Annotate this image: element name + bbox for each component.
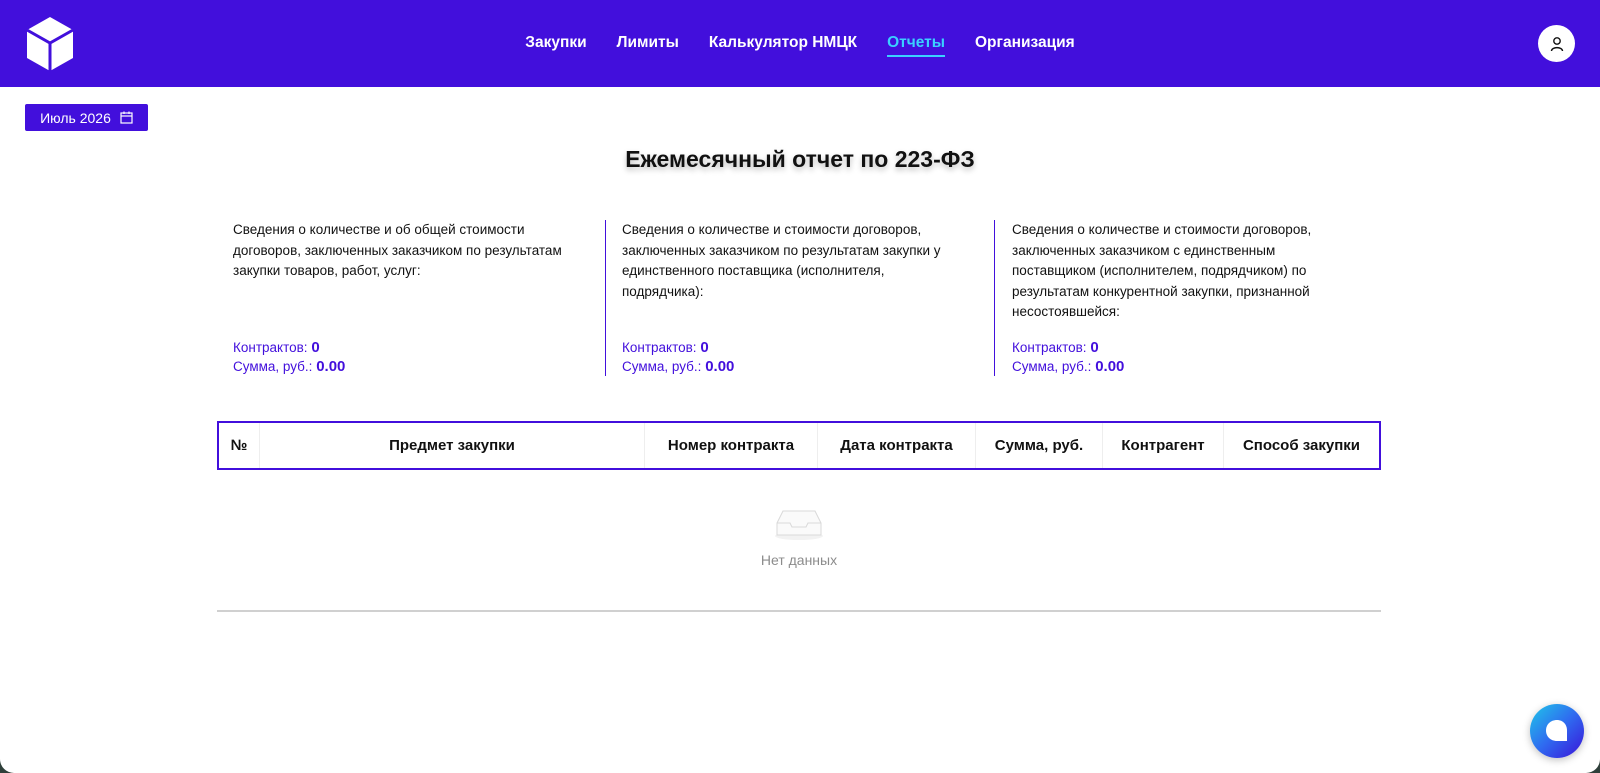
stat-description: Сведения о количестве и об общей стоимос… xyxy=(233,222,562,278)
stat-block-failed-competitive: Сведения о количестве и стоимости догово… xyxy=(994,220,1352,376)
empty-inbox-icon xyxy=(775,510,823,540)
calendar-icon xyxy=(120,111,133,124)
user-icon xyxy=(1550,36,1563,51)
top-header: Закупки Лимиты Калькулятор НМЦК Отчеты О… xyxy=(0,0,1600,87)
contracts-label: Контрактов: xyxy=(1012,340,1087,355)
chat-bubble-icon xyxy=(1546,720,1567,741)
stat-description: Сведения о количестве и стоимости догово… xyxy=(1012,222,1312,319)
column-number[interactable]: № xyxy=(219,423,260,468)
sum-value: 0.00 xyxy=(1095,358,1125,375)
contracts-label: Контрактов: xyxy=(233,340,308,355)
nav-limits[interactable]: Лимиты xyxy=(617,34,679,57)
nav-purchases[interactable]: Закупки xyxy=(525,34,586,57)
contracts-label: Контрактов: xyxy=(622,340,697,355)
empty-state: Нет данных xyxy=(217,505,1381,568)
sum-value: 0.00 xyxy=(705,358,735,375)
app-window: Закупки Лимиты Калькулятор НМЦК Отчеты О… xyxy=(0,0,1600,773)
stat-block-single-supplier: Сведения о количестве и стоимости догово… xyxy=(605,220,962,376)
column-counterparty[interactable]: Контрагент xyxy=(1103,423,1224,468)
contracts-value: 0 xyxy=(1090,339,1099,356)
column-contract-date[interactable]: Дата контракта xyxy=(818,423,976,468)
column-subject[interactable]: Предмет закупки xyxy=(260,423,645,468)
stats-section: Сведения о количестве и об общей стоимос… xyxy=(233,220,1383,376)
nav-organization[interactable]: Организация xyxy=(975,34,1075,57)
sum-label: Сумма, руб.: xyxy=(622,359,702,374)
chat-widget-button[interactable] xyxy=(1530,704,1584,758)
page-title: Ежемесячный отчет по 223-ФЗ xyxy=(625,146,975,172)
sum-label: Сумма, руб.: xyxy=(233,359,313,374)
user-avatar-button[interactable] xyxy=(1538,25,1575,62)
stat-description: Сведения о количестве и стоимости догово… xyxy=(622,222,941,299)
sum-label: Сумма, руб.: xyxy=(1012,359,1092,374)
column-purchase-method[interactable]: Способ закупки xyxy=(1224,423,1379,468)
contracts-value: 0 xyxy=(700,339,709,356)
table-bottom-divider xyxy=(217,610,1381,612)
month-picker-value: Июль 2026 xyxy=(40,109,111,126)
main-nav: Закупки Лимиты Калькулятор НМЦК Отчеты О… xyxy=(0,0,1600,87)
stat-block-total: Сведения о количестве и об общей стоимос… xyxy=(233,220,588,376)
nav-nmck-calculator[interactable]: Калькулятор НМЦК xyxy=(709,34,857,57)
contracts-value: 0 xyxy=(311,339,320,356)
nav-reports[interactable]: Отчеты xyxy=(887,34,945,57)
empty-state-text: Нет данных xyxy=(760,552,838,568)
table-header: № Предмет закупки Номер контракта Дата к… xyxy=(217,421,1381,470)
sum-value: 0.00 xyxy=(316,358,346,375)
column-sum[interactable]: Сумма, руб. xyxy=(976,423,1103,468)
column-contract-number[interactable]: Номер контракта xyxy=(645,423,818,468)
month-picker-button[interactable]: Июль 2026 xyxy=(25,104,148,131)
